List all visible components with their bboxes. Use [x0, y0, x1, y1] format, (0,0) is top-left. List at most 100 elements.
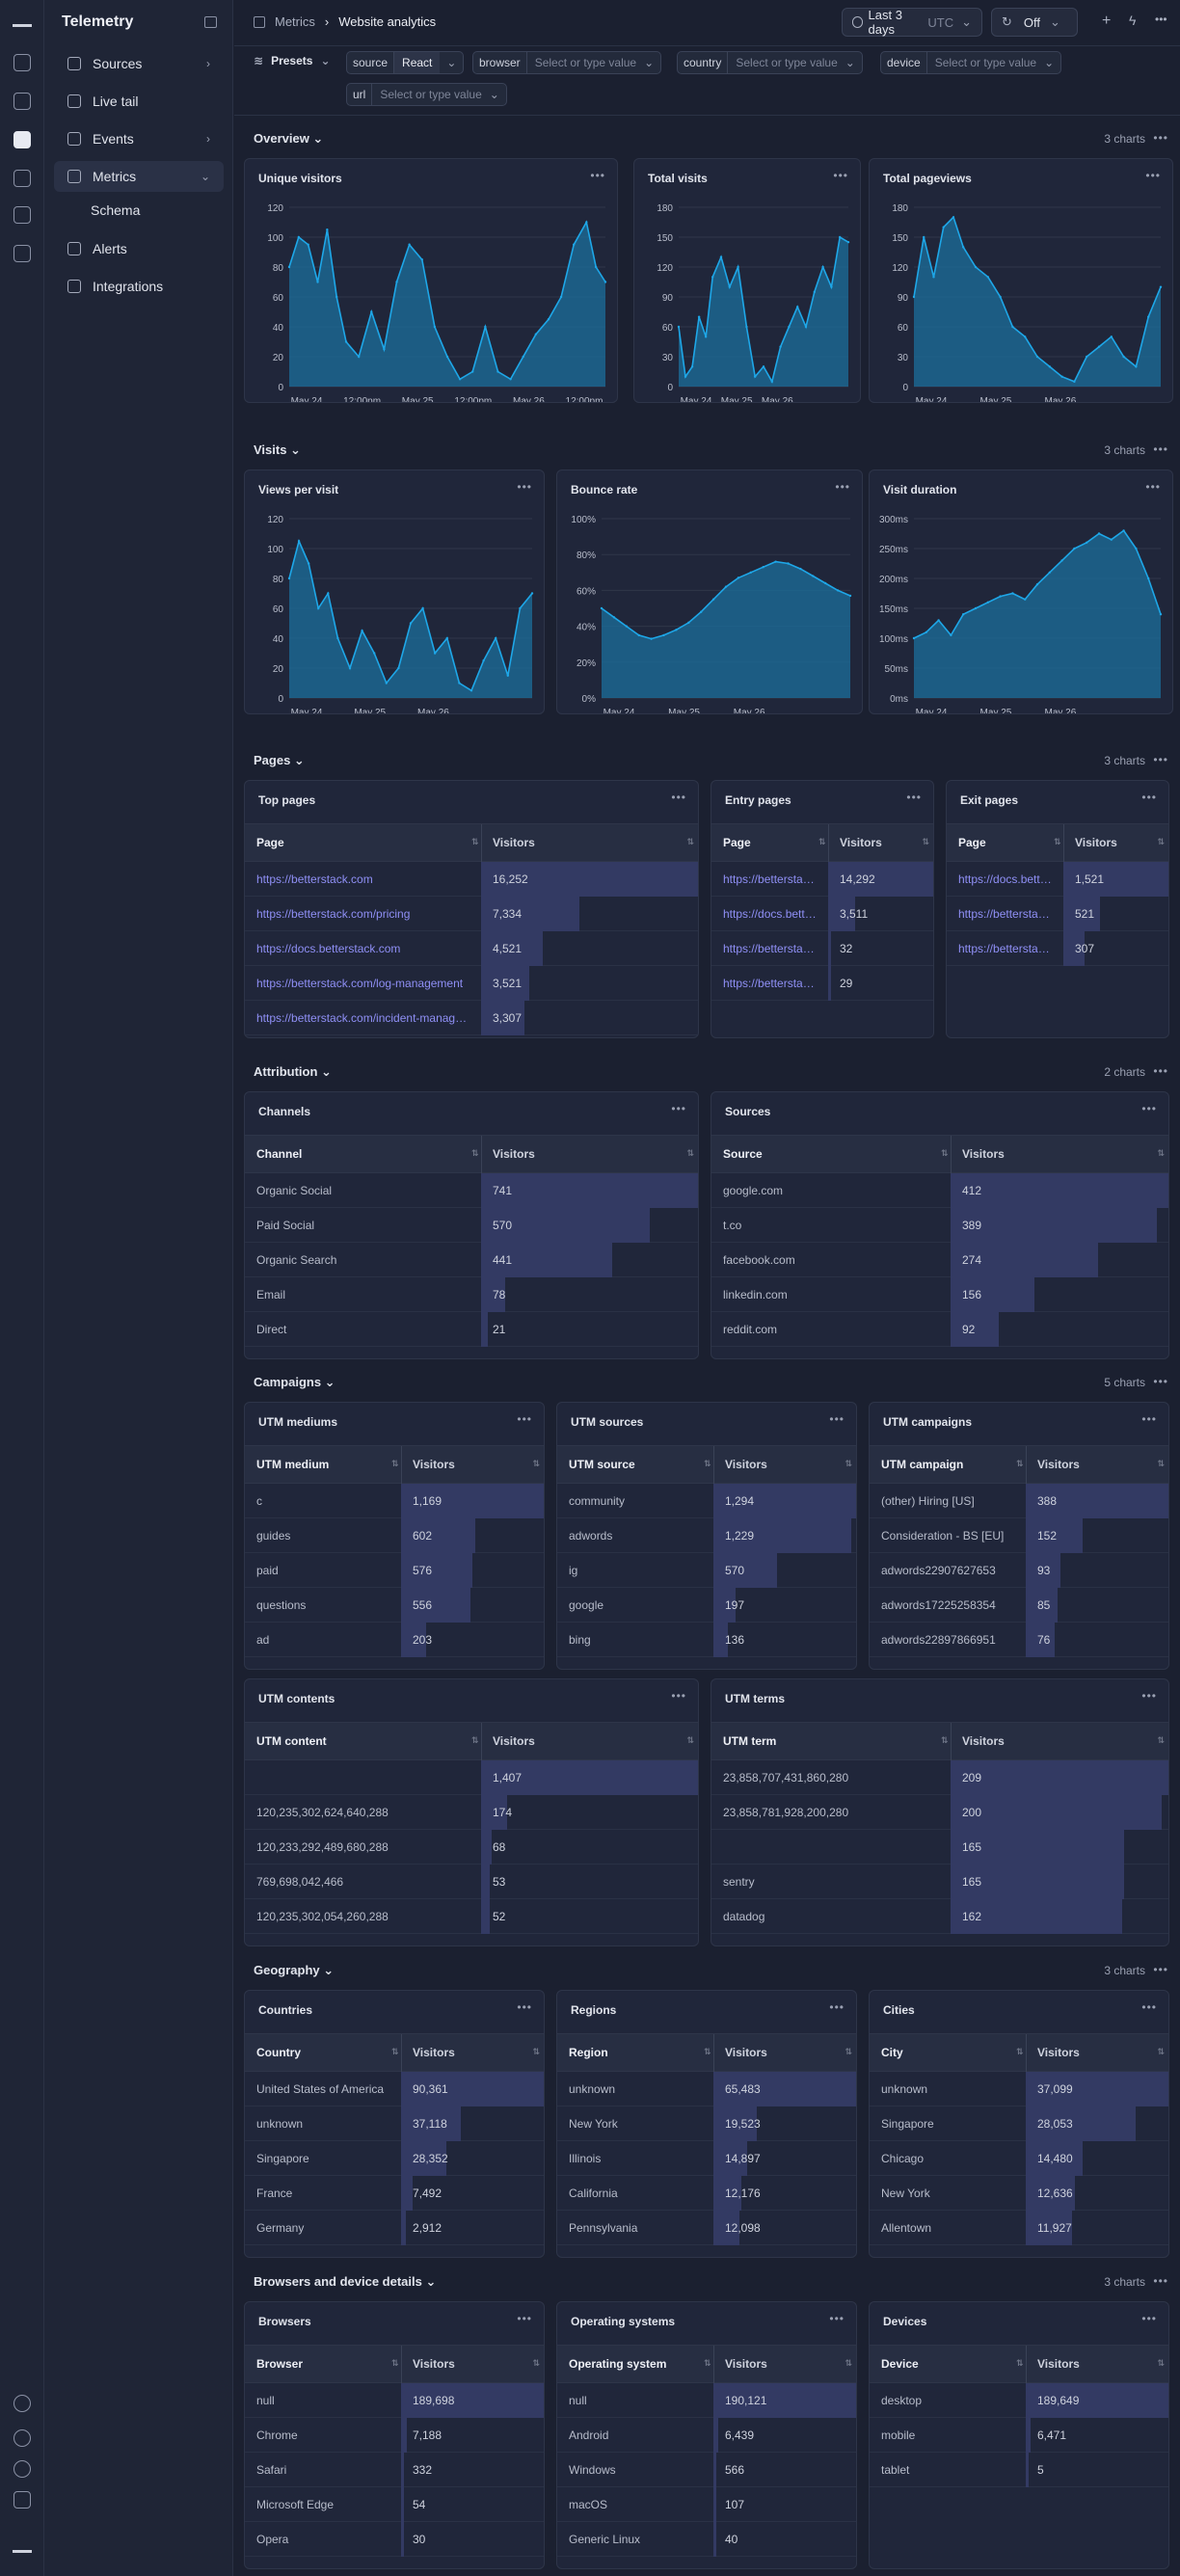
table-row[interactable]: Allentown 11,927 — [870, 2211, 1168, 2245]
filter-source[interactable]: source React ⌄ — [346, 51, 465, 74]
telemetry-icon[interactable] — [13, 131, 31, 148]
card-more-icon[interactable]: ••• — [517, 2312, 532, 2325]
filter-browser[interactable]: browser Select or type value ⌄ — [472, 51, 662, 74]
card-more-icon[interactable]: ••• — [829, 2000, 845, 2014]
table-row[interactable]: adwords22897866951 76 — [870, 1623, 1168, 1657]
column-header[interactable]: Channel — [245, 1147, 481, 1161]
column-header[interactable]: UTM source — [557, 1458, 713, 1471]
section-header-visits[interactable]: Visits ⌄ — [254, 443, 301, 458]
section-more-icon[interactable]: ••• — [1153, 1375, 1168, 1388]
card-more-icon[interactable]: ••• — [671, 1102, 686, 1115]
table-row[interactable]: Safari 332 — [245, 2453, 544, 2487]
sort-icon[interactable]: ⇅ — [686, 1148, 694, 1159]
table-row[interactable]: https://bettersta… 307 — [947, 931, 1168, 966]
table-row[interactable]: https://betterstack.com/pricing 7,334 — [245, 897, 698, 931]
table-row[interactable]: https://bettersta… 29 — [711, 966, 933, 1001]
table-row[interactable]: null 190,121 — [557, 2383, 856, 2418]
table-row[interactable]: macOS 107 — [557, 2487, 856, 2522]
filter-value-placeholder[interactable]: Select or type value — [527, 52, 644, 73]
card-more-icon[interactable]: ••• — [835, 480, 850, 494]
sort-icon[interactable]: ⇅ — [845, 2047, 852, 2057]
row-label[interactable]: https://docs.betterstack.com — [245, 942, 481, 955]
section-more-icon[interactable]: ••• — [1153, 2274, 1168, 2288]
table-row[interactable]: https://docs.betterstack.com 4,521 — [245, 931, 698, 966]
table-row[interactable]: Singapore 28,053 — [870, 2106, 1168, 2141]
apps-icon[interactable] — [13, 2491, 31, 2509]
column-header[interactable]: Country — [245, 2046, 401, 2059]
table-row[interactable]: https://betterstack.com 16,252 — [245, 862, 698, 897]
table-row[interactable]: null 189,698 — [245, 2383, 544, 2418]
table-row[interactable]: sentry 165 — [711, 1865, 1168, 1899]
section-header-browsers-and-device-details[interactable]: Browsers and device details ⌄ — [254, 2274, 436, 2290]
column-header[interactable]: Visitors — [481, 1147, 535, 1161]
table-row[interactable]: facebook.com 274 — [711, 1243, 1168, 1277]
column-header[interactable]: Operating system — [557, 2357, 713, 2371]
card-more-icon[interactable]: ••• — [1141, 2312, 1157, 2325]
table-row[interactable]: 23,858,781,928,200,280 200 — [711, 1795, 1168, 1830]
table-row[interactable]: (other) Hiring [US] 388 — [870, 1484, 1168, 1518]
more-icon[interactable]: ••• — [1155, 13, 1167, 26]
table-row[interactable]: https://betterstack.com/incident-manag… 3… — [245, 1001, 698, 1035]
column-header[interactable]: City — [870, 2046, 1026, 2059]
table-row[interactable]: Germany 2,912 — [245, 2211, 544, 2245]
sidebar-item-events[interactable]: Events › — [54, 123, 224, 154]
table-row[interactable]: France 7,492 — [245, 2176, 544, 2211]
card-more-icon[interactable]: ••• — [517, 1412, 532, 1426]
card-more-icon[interactable]: ••• — [1141, 1412, 1157, 1426]
sort-icon[interactable]: ⇅ — [1157, 2358, 1165, 2369]
table-row[interactable]: Direct 21 — [245, 1312, 698, 1347]
row-label[interactable]: https://bettersta… — [711, 977, 828, 990]
settings-icon[interactable] — [13, 2460, 31, 2478]
column-header[interactable]: Visitors — [828, 836, 882, 849]
sort-icon[interactable]: ⇅ — [1157, 2047, 1165, 2057]
table-row[interactable]: adwords 1,229 — [557, 1518, 856, 1553]
row-label[interactable]: https://betterstack.com/pricing — [245, 907, 481, 921]
row-label[interactable]: https://docs.bett… — [711, 907, 828, 921]
card-more-icon[interactable]: ••• — [833, 169, 848, 182]
table-row[interactable]: https://docs.bett… 3,511 — [711, 897, 933, 931]
table-row[interactable]: https://betterstack.com/log-management 3,… — [245, 966, 698, 1001]
column-header[interactable]: Page — [245, 836, 481, 849]
time-range-button[interactable]: Last 3 days UTC ⌄ — [842, 8, 982, 37]
column-header[interactable]: Page — [947, 836, 1063, 849]
table-row[interactable]: reddit.com 92 — [711, 1312, 1168, 1347]
section-header-geography[interactable]: Geography ⌄ — [254, 1963, 334, 1978]
table-row[interactable]: Pennsylvania 12,098 — [557, 2211, 856, 2245]
table-row[interactable]: Microsoft Edge 54 — [245, 2487, 544, 2522]
column-header[interactable]: Visitors — [401, 2357, 455, 2371]
filter-country[interactable]: country Select or type value ⌄ — [677, 51, 863, 74]
filter-url[interactable]: url Select or type value ⌄ — [346, 83, 507, 106]
section-header-overview[interactable]: Overview ⌄ — [254, 131, 323, 147]
sort-icon[interactable]: ⇅ — [532, 2358, 540, 2369]
sort-icon[interactable]: ⇅ — [1157, 1148, 1165, 1159]
table-row[interactable]: New York 19,523 — [557, 2106, 856, 2141]
column-header[interactable]: Device — [870, 2357, 1026, 2371]
table-row[interactable]: 165 — [711, 1830, 1168, 1865]
sidebar-item-sources[interactable]: Sources › — [54, 48, 224, 79]
column-header[interactable]: Browser — [245, 2357, 401, 2371]
add-icon[interactable]: + — [1102, 13, 1111, 30]
section-header-attribution[interactable]: Attribution ⌄ — [254, 1064, 332, 1080]
table-row[interactable]: paid 576 — [245, 1553, 544, 1588]
card-more-icon[interactable]: ••• — [829, 1412, 845, 1426]
table-row[interactable]: https://docs.bett… 1,521 — [947, 862, 1168, 897]
card-more-icon[interactable]: ••• — [1145, 169, 1161, 182]
section-more-icon[interactable]: ••• — [1153, 753, 1168, 766]
table-row[interactable]: Organic Social 741 — [245, 1173, 698, 1208]
card-more-icon[interactable]: ••• — [671, 1689, 686, 1703]
table-row[interactable]: bing 136 — [557, 1623, 856, 1657]
dashboard-icon[interactable] — [13, 54, 31, 71]
sort-icon[interactable]: ⇅ — [1157, 837, 1165, 847]
filter-device[interactable]: device Select or type value ⌄ — [880, 51, 1062, 74]
table-row[interactable]: Windows 566 — [557, 2453, 856, 2487]
card-more-icon[interactable]: ••• — [1145, 480, 1161, 494]
table-row[interactable]: t.co 389 — [711, 1208, 1168, 1243]
table-row[interactable]: c 1,169 — [245, 1484, 544, 1518]
column-header[interactable]: UTM content — [245, 1734, 481, 1748]
table-row[interactable]: ad 203 — [245, 1623, 544, 1657]
sort-icon[interactable]: ⇅ — [922, 837, 929, 847]
column-header[interactable]: Visitors — [481, 1734, 535, 1748]
table-row[interactable]: California 12,176 — [557, 2176, 856, 2211]
table-row[interactable]: Organic Search 441 — [245, 1243, 698, 1277]
column-header[interactable]: Visitors — [951, 1147, 1005, 1161]
